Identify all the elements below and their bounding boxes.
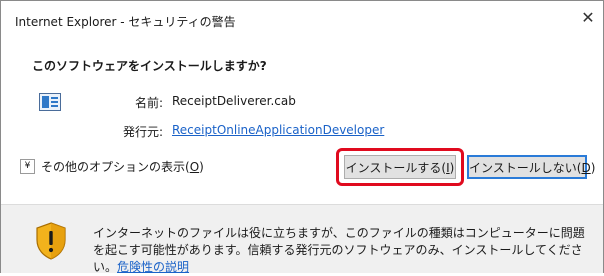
more-options-toggle[interactable]: ¥ その他のオプションの表示(O) [20,158,204,175]
publisher-link[interactable]: ReceiptOnlineApplicationDeveloper [172,123,384,137]
warning-message: インターネットのファイルは役に立ちますが、このファイルの種類はコンピューターに問… [93,226,585,274]
do-not-install-button[interactable]: インストールしない(D) [467,155,595,179]
warning-shield-icon [36,222,66,260]
security-warning-dialog: Internet Explorer - セキュリティの警告 ✕ このソフトウェア… [0,0,604,274]
title-bar: Internet Explorer - セキュリティの警告 ✕ [1,1,603,41]
more-options-label: その他のオプションの表示(O) [41,160,204,174]
name-label: 名前: [135,96,164,110]
window-title: Internet Explorer - セキュリティの警告 [15,15,236,29]
publisher-label: 発行元: [123,125,164,139]
install-button[interactable]: インストールする(I) [344,155,456,179]
risk-explanation-link[interactable]: 危険性の説明 [117,260,189,274]
close-icon[interactable]: ✕ [579,9,597,27]
warning-footer: インターネットのファイルは役に立ちますが、このファイルの種類はコンピューターに問… [1,204,603,274]
cab-file-icon [39,93,61,111]
chevron-down-icon: ¥ [20,159,35,174]
file-name: ReceiptDeliverer.cab [172,94,296,108]
install-question-heading: このソフトウェアをインストールしますか? [32,59,267,73]
